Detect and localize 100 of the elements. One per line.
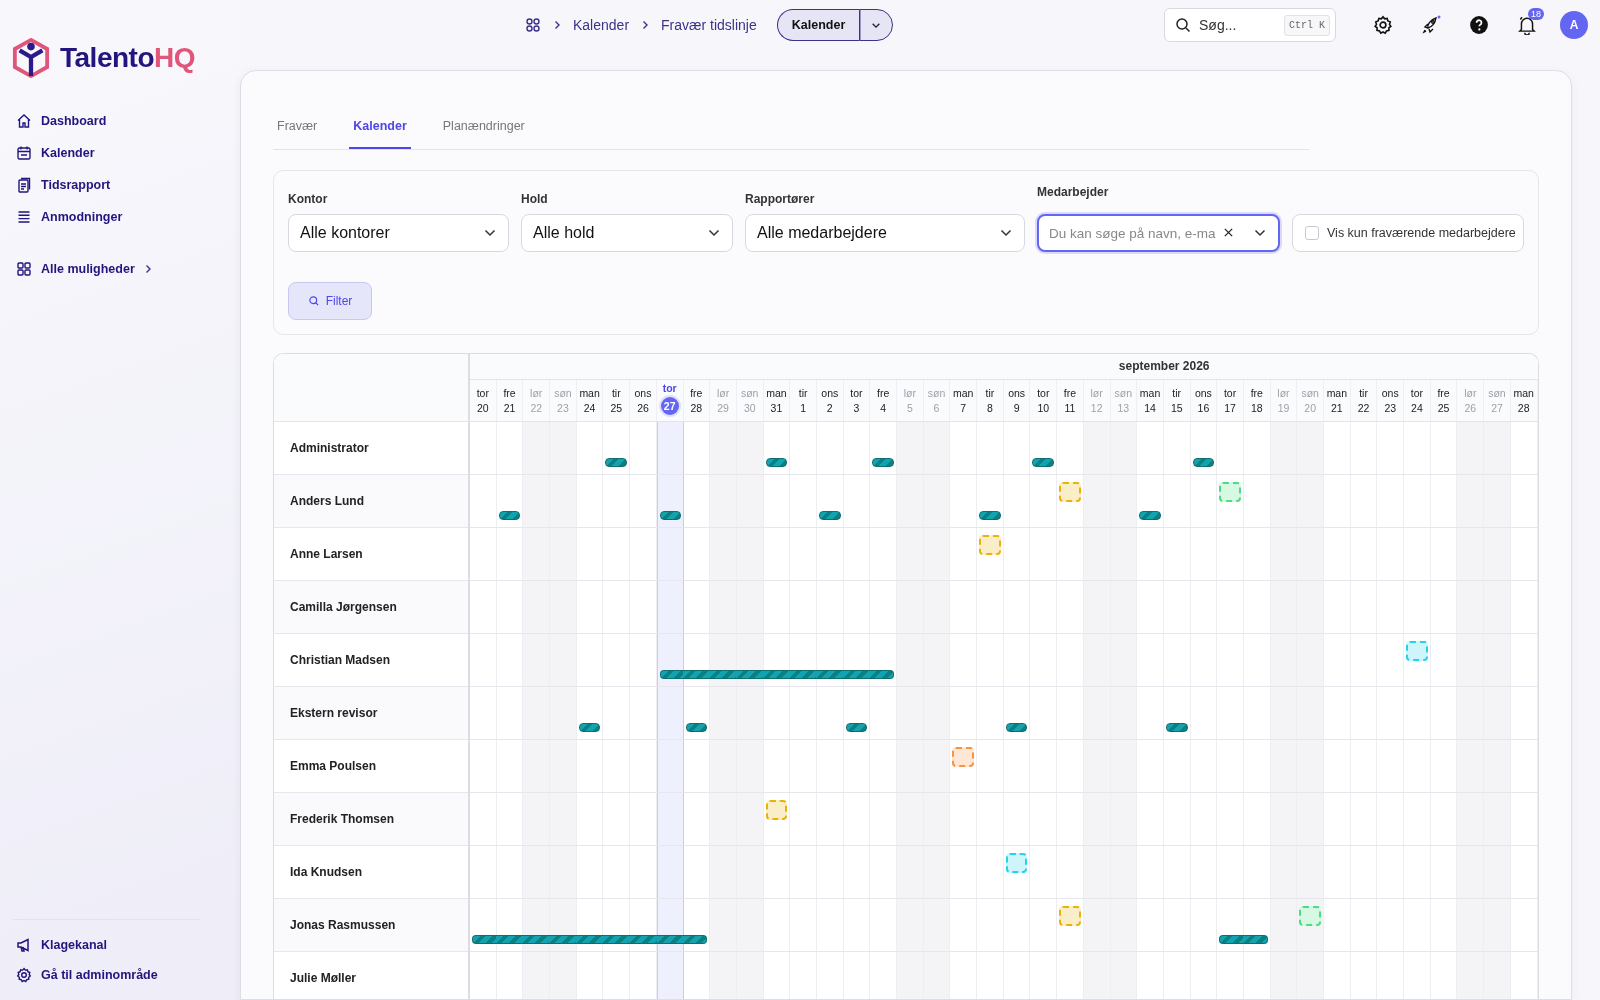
bell-icon [1517, 15, 1537, 35]
day-header: man 28 [1510, 380, 1538, 421]
chevron-right-icon [553, 20, 561, 30]
view-dropdown-button[interactable] [859, 9, 894, 41]
home-icon [16, 113, 32, 129]
absence-bar[interactable] [605, 458, 628, 467]
day-header: lør 29 [710, 380, 737, 421]
rocket-icon [1421, 15, 1441, 35]
notification-count: 18 [1528, 8, 1544, 20]
chevron-right-icon [143, 264, 152, 274]
settings-icon [16, 967, 32, 983]
search-icon [1175, 17, 1191, 33]
sidebar-item[interactable]: Kalender [16, 142, 240, 164]
absent-only-toggle[interactable]: Vis kun fraværende medarbejdere [1292, 214, 1524, 252]
absence-bar[interactable] [472, 935, 497, 944]
select-field[interactable]: Alle medarbejdere [745, 214, 1025, 252]
sidebar-item[interactable]: Dashboard [16, 110, 240, 132]
employee-name: Ekstern revisor [274, 687, 468, 740]
settings-icon [1373, 15, 1393, 35]
clipboard-icon [16, 177, 32, 193]
absence-bar[interactable] [578, 723, 601, 732]
absence-bar[interactable] [872, 458, 894, 467]
employee-name: Frederik Thomsen [274, 793, 468, 846]
caret-icon [871, 21, 882, 29]
day-header: tir 25 [603, 380, 631, 421]
filter-label: Rapportører [745, 192, 816, 206]
sidebar-item[interactable]: Anmodninger [16, 206, 240, 228]
day-header: man 21 [1324, 380, 1351, 421]
select-field[interactable]: Alle kontorer [288, 214, 509, 252]
tab[interactable]: Fravær [273, 119, 322, 149]
month-label: september 2026 [1117, 358, 1211, 375]
day-header: tir 22 [1350, 380, 1378, 421]
absence-bar[interactable] [979, 511, 1001, 520]
absence-bar[interactable] [682, 935, 708, 944]
tab[interactable]: Kalender [349, 119, 411, 149]
employee-search-field[interactable]: Du kan søge på navn, e-ma [1037, 214, 1280, 252]
absence-marker[interactable] [1299, 906, 1321, 926]
day-header: fre 28 [683, 380, 711, 421]
checkbox-label: Vis kun fraværende medarbejdere [1327, 226, 1516, 240]
absence-bar[interactable] [1032, 458, 1055, 467]
absence-bar[interactable] [1219, 935, 1244, 944]
absence-bar[interactable] [1005, 723, 1028, 732]
clear-icon[interactable] [1223, 227, 1234, 238]
breadcrumb-link[interactable]: Kalender [573, 17, 630, 33]
absence-marker[interactable] [765, 800, 788, 820]
absence-marker[interactable] [1059, 906, 1081, 926]
day-header: tor 24 [1404, 380, 1431, 421]
day-header: søn 13 [1110, 380, 1138, 421]
chevron-down-icon [708, 229, 720, 237]
day-header: søn 30 [736, 380, 764, 421]
absence-bar[interactable] [869, 670, 894, 679]
day-header: ons 26 [630, 380, 657, 421]
absence-bar[interactable] [1139, 511, 1161, 520]
apps-icon[interactable] [525, 17, 541, 33]
absence-bar[interactable] [498, 511, 521, 520]
day-header: tor 27 [656, 380, 684, 421]
chevron-down-icon [484, 229, 496, 237]
tab[interactable]: Planændringer [438, 119, 529, 149]
absence-bar[interactable] [659, 511, 681, 520]
absence-marker[interactable] [1005, 853, 1028, 873]
view-button[interactable]: Kalender [776, 9, 860, 41]
absence-bar[interactable] [1192, 458, 1215, 467]
day-header: man 14 [1137, 380, 1164, 421]
day-header: lør 26 [1457, 380, 1485, 421]
notifications-button[interactable]: 18 [1512, 10, 1542, 40]
megaphone-icon [16, 937, 32, 953]
absence-bar[interactable] [765, 458, 788, 467]
filter-button[interactable]: Filter [288, 282, 372, 320]
day-header: ons 16 [1190, 380, 1218, 421]
sidebar-item[interactable]: Tidsrapport [16, 174, 240, 196]
day-header: lør 12 [1083, 380, 1111, 421]
day-header: fre 18 [1243, 380, 1271, 421]
chevron-down-icon [1254, 229, 1266, 237]
day-header: tor 17 [1217, 380, 1244, 421]
shortcut-hint: Ctrl K [1284, 15, 1330, 36]
list-icon [16, 209, 32, 225]
day-header: søn 27 [1484, 380, 1511, 421]
absence-bar[interactable] [659, 670, 684, 679]
absence-bar[interactable] [1242, 935, 1268, 944]
day-header: ons 2 [816, 380, 844, 421]
absence-bar[interactable] [818, 511, 841, 520]
absence-marker[interactable] [952, 747, 975, 767]
day-header: lør 19 [1270, 380, 1298, 421]
sidebar-item[interactable]: Gå til adminområde [16, 964, 200, 986]
day-header: tir 8 [977, 380, 1004, 421]
checkbox[interactable] [1305, 226, 1319, 240]
sidebar-item[interactable]: Alle muligheder [16, 258, 240, 280]
filter-label: Kontor [288, 192, 329, 206]
sidebar-item[interactable]: Klagekanal [16, 934, 200, 956]
absence-bar[interactable] [1165, 723, 1188, 732]
avatar[interactable]: A [1560, 11, 1588, 39]
absence-marker[interactable] [1219, 482, 1241, 502]
absence-bar[interactable] [845, 723, 868, 732]
absence-marker[interactable] [979, 535, 1001, 555]
absence-marker[interactable] [1406, 641, 1428, 661]
select-field[interactable]: Alle hold [521, 214, 733, 252]
absence-bar[interactable] [685, 723, 708, 732]
absence-marker[interactable] [1059, 482, 1081, 502]
day-header: tir 1 [790, 380, 817, 421]
breadcrumb-link[interactable]: Fravær tidslinje [661, 17, 757, 33]
